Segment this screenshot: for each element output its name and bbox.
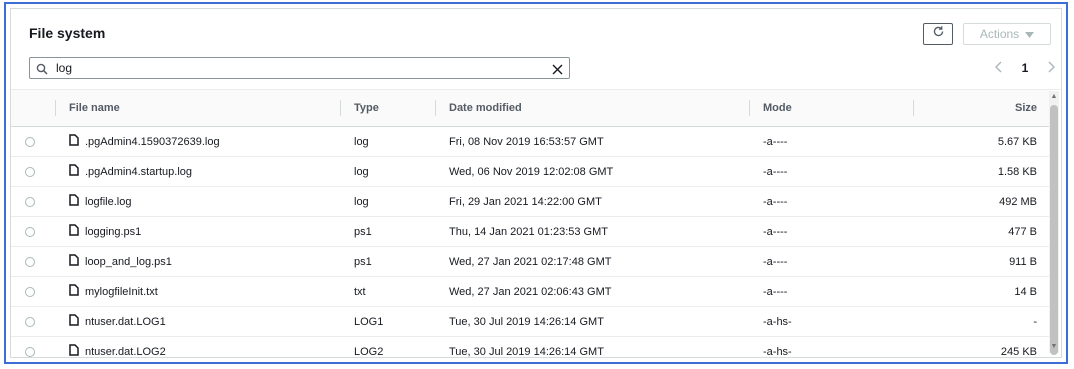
column-header-size[interactable]: Size xyxy=(913,90,1051,127)
close-icon[interactable] xyxy=(552,62,563,80)
file-icon xyxy=(69,344,79,357)
file-date: Fri, 29 Jan 2021 14:22:00 GMT xyxy=(449,195,602,208)
file-name: logging.ps1 xyxy=(85,225,142,238)
file-size: 1.58 KB xyxy=(997,165,1037,178)
actions-label: Actions xyxy=(979,27,1020,41)
refresh-icon xyxy=(932,25,945,43)
file-mode: -a---- xyxy=(763,135,788,148)
file-date: Tue, 30 Jul 2019 14:26:14 GMT xyxy=(449,315,604,328)
table-row[interactable]: loop_and_log.ps1 ps1 Wed, 27 Jan 2021 02… xyxy=(11,246,1051,277)
refresh-button[interactable] xyxy=(923,23,953,45)
file-date: Fri, 08 Nov 2019 16:53:57 GMT xyxy=(449,135,604,148)
file-type: txt xyxy=(354,285,366,298)
file-date: Wed, 06 Nov 2019 12:02:08 GMT xyxy=(449,165,614,178)
file-name: .pgAdmin4.1590372639.log xyxy=(85,135,220,148)
file-table-container: File name Type Date modified Mode Size .… xyxy=(11,89,1061,357)
file-size: 492 MB xyxy=(999,195,1037,208)
file-size: 245 KB xyxy=(1000,345,1037,358)
table-row[interactable]: ntuser.dat.LOG1 LOG1 Tue, 30 Jul 2019 14… xyxy=(11,306,1051,337)
file-date: Thu, 14 Jan 2021 01:23:53 GMT xyxy=(449,225,608,238)
row-radio[interactable] xyxy=(25,256,35,267)
file-mode: -a---- xyxy=(763,165,788,178)
file-type: log xyxy=(354,165,369,178)
table-row[interactable]: logfile.log log Fri, 29 Jan 2021 14:22:0… xyxy=(11,186,1051,217)
file-mode: -a---- xyxy=(763,255,788,268)
row-radio[interactable] xyxy=(25,166,35,177)
row-radio[interactable] xyxy=(25,346,35,357)
file-name: logfile.log xyxy=(85,195,132,208)
column-header-file-name[interactable]: File name xyxy=(55,90,340,127)
file-icon xyxy=(69,254,79,269)
table-row[interactable]: logging.ps1 ps1 Thu, 14 Jan 2021 01:23:5… xyxy=(11,216,1051,247)
row-radio[interactable] xyxy=(25,196,35,207)
file-type: LOG2 xyxy=(354,345,384,358)
file-type: log xyxy=(354,195,369,208)
table-row[interactable]: .pgAdmin4.startup.log log Wed, 06 Nov 20… xyxy=(11,156,1051,187)
file-table: File name Type Date modified Mode Size .… xyxy=(11,90,1051,357)
row-radio[interactable] xyxy=(25,226,35,237)
file-name: .pgAdmin4.startup.log xyxy=(85,165,193,178)
chevron-right-icon[interactable] xyxy=(1047,61,1055,76)
column-header-date-modified[interactable]: Date modified xyxy=(435,90,749,127)
row-radio[interactable] xyxy=(25,316,35,327)
file-icon xyxy=(69,164,79,179)
file-mode: -a---- xyxy=(763,195,788,208)
file-type: log xyxy=(354,135,369,148)
file-name: loop_and_log.ps1 xyxy=(85,255,172,268)
file-size: 477 B xyxy=(1008,225,1037,238)
search-value: log xyxy=(56,61,73,75)
file-mode: -a---- xyxy=(763,225,788,238)
file-type: ps1 xyxy=(354,225,372,238)
scroll-up-arrow-icon[interactable]: ▲ xyxy=(1049,91,1059,103)
file-size: 14 B xyxy=(1014,285,1037,298)
file-type: ps1 xyxy=(354,255,372,268)
panel-title: File system xyxy=(29,25,106,41)
column-header-mode[interactable]: Mode xyxy=(749,90,913,127)
table-row[interactable]: mylogfileInit.txt txt Wed, 27 Jan 2021 0… xyxy=(11,276,1051,307)
search-icon xyxy=(36,62,48,80)
table-row[interactable]: .pgAdmin4.1590372639.log log Fri, 08 Nov… xyxy=(11,126,1051,157)
file-date: Wed, 27 Jan 2021 02:06:43 GMT xyxy=(449,285,612,298)
row-radio[interactable] xyxy=(25,136,35,147)
file-date: Wed, 27 Jan 2021 02:17:48 GMT xyxy=(449,255,612,268)
page-number[interactable]: 1 xyxy=(1022,61,1029,75)
file-icon xyxy=(69,224,79,239)
search-input[interactable]: log xyxy=(29,57,570,79)
file-icon xyxy=(69,134,79,149)
scroll-down-arrow-icon[interactable]: ▼ xyxy=(1049,341,1059,353)
file-size: - xyxy=(1033,315,1037,328)
file-mode: -a---- xyxy=(763,285,788,298)
vertical-scrollbar[interactable]: ▲ ▼ xyxy=(1049,91,1059,355)
chevron-left-icon[interactable] xyxy=(995,61,1003,76)
file-mode: -a-hs- xyxy=(763,345,792,358)
table-row[interactable]: ntuser.dat.LOG2 LOG2 Tue, 30 Jul 2019 14… xyxy=(11,336,1051,358)
file-type: LOG1 xyxy=(354,315,384,328)
select-column-header xyxy=(11,90,55,127)
file-name: mylogfileInit.txt xyxy=(85,285,158,298)
actions-button[interactable]: Actions xyxy=(963,23,1051,45)
file-size: 5.67 KB xyxy=(997,135,1037,148)
row-radio[interactable] xyxy=(25,286,35,297)
file-icon xyxy=(69,194,79,209)
screenshot-frame: File system Actions log 1 File name Type… xyxy=(4,2,1068,364)
caret-down-icon xyxy=(1025,27,1035,41)
file-icon xyxy=(69,284,79,299)
file-date: Tue, 30 Jul 2019 14:26:14 GMT xyxy=(449,345,604,358)
file-name: ntuser.dat.LOG2 xyxy=(85,345,166,358)
scroll-thumb[interactable] xyxy=(1050,105,1058,355)
table-header-row: File name Type Date modified Mode Size xyxy=(11,90,1051,127)
file-mode: -a-hs- xyxy=(763,315,792,328)
file-icon xyxy=(69,314,79,329)
file-system-panel: File system Actions log 1 File name Type… xyxy=(10,8,1062,358)
pagination: 1 xyxy=(995,57,1055,79)
column-header-type[interactable]: Type xyxy=(340,90,435,127)
file-name: ntuser.dat.LOG1 xyxy=(85,315,166,328)
file-size: 911 B xyxy=(1009,255,1037,268)
